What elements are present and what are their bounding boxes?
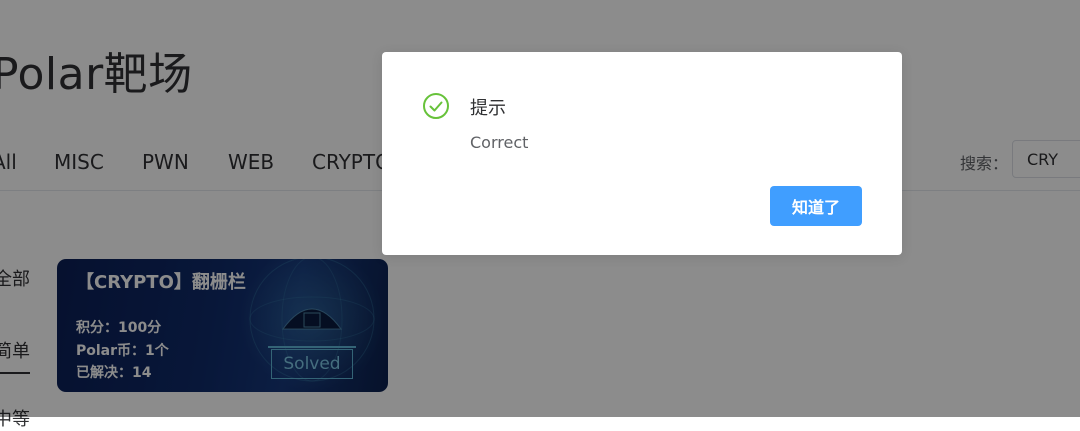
dialog-title: 提示	[470, 98, 506, 119]
confirm-button[interactable]: 知道了	[770, 186, 862, 226]
message-dialog: 提示 Correct 知道了	[382, 52, 902, 255]
dialog-message: Correct	[470, 133, 529, 152]
success-check-icon	[423, 93, 449, 119]
